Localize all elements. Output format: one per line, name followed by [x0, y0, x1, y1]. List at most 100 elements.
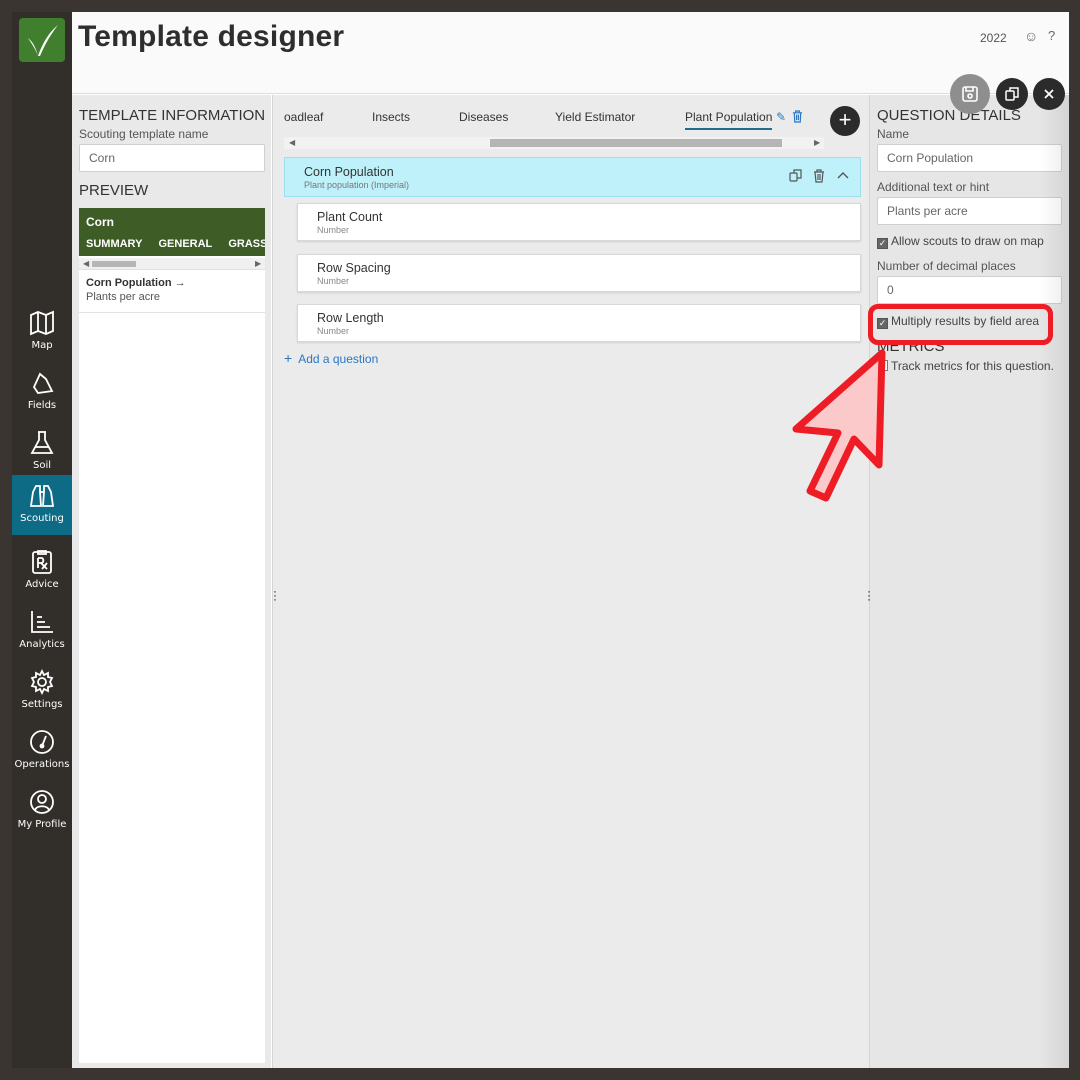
preview-question-title[interactable]: Corn Population → [86, 277, 186, 289]
scroll-right-icon[interactable]: ▶ [255, 258, 261, 270]
sub-question-row[interactable]: Plant Count Number [297, 203, 861, 241]
duplicate-button[interactable] [996, 78, 1028, 110]
nav-settings[interactable]: Settings [12, 661, 72, 721]
binoculars-icon [29, 485, 55, 507]
nav-fields[interactable]: Fields [12, 362, 72, 422]
app-window: Map Fields Soil Scouting Advice Analytic… [12, 12, 1069, 1068]
scroll-right-icon[interactable]: ▶ [814, 137, 820, 149]
section-tabs: oadleaf Insects Diseases Yield Estimator… [273, 95, 871, 135]
nav-advice[interactable]: Advice [12, 541, 72, 601]
question-name-input[interactable]: Corn Population [877, 144, 1062, 172]
tab-yield-estimator[interactable]: Yield Estimator [555, 110, 635, 124]
nav-soil[interactable]: Soil [12, 422, 72, 482]
sub-question-title: Row Length [317, 311, 384, 325]
sub-question-type: Number [317, 276, 350, 286]
draw-on-map-checkbox[interactable]: ✓ Allow scouts to draw on map [877, 234, 1044, 249]
tab-insects[interactable]: Insects [372, 110, 410, 124]
track-metrics-label: Track metrics for this question. [891, 359, 1054, 373]
nav-analytics[interactable]: Analytics [12, 601, 72, 661]
bar-chart-icon [31, 611, 53, 633]
nav-settings-label: Settings [21, 699, 63, 710]
nav-soil-label: Soil [32, 460, 52, 471]
preview-crop-name: Corn [86, 215, 114, 229]
add-question-label: Add a question [298, 352, 379, 366]
gear-icon [30, 668, 54, 696]
add-tab-button[interactable]: + [830, 106, 860, 136]
tab-plant-population[interactable]: Plant Population [685, 110, 773, 130]
user-icon [30, 790, 54, 814]
edit-tab-icon[interactable]: ✎ [776, 110, 786, 124]
annotation-highlight-box [868, 304, 1053, 345]
trash-icon[interactable] [811, 168, 827, 184]
template-info-heading: TEMPLATE INFORMATION [79, 107, 266, 124]
sub-question-type: Number [317, 225, 350, 235]
preview-scroll-thumb[interactable] [92, 261, 136, 267]
nav-map-label: Map [31, 340, 53, 351]
tabs-scrollbar[interactable]: ◀ ▶ [284, 137, 824, 149]
scroll-left-icon[interactable]: ◀ [289, 137, 295, 149]
page-title: Template designer [78, 20, 345, 53]
tab-diseases[interactable]: Diseases [459, 110, 508, 124]
nav-scouting[interactable]: Scouting [12, 475, 72, 535]
field-icon [32, 372, 54, 394]
year-selector[interactable]: 2022 [980, 31, 1007, 45]
decimals-label: Number of decimal places [877, 259, 1016, 273]
question-details-heading: QUESTION DETAILS [877, 107, 1021, 124]
sub-question-row[interactable]: Row Length Number [297, 304, 861, 342]
draw-on-map-label: Allow scouts to draw on map [891, 234, 1044, 248]
prescription-icon [32, 550, 52, 574]
preview-card: Corn SUMMARY GENERAL GRASS W ◀ ▶ Corn Po… [79, 208, 265, 1063]
plus-icon: + [284, 350, 293, 366]
preview-tab[interactable]: SUMMARY [86, 238, 142, 250]
copy-icon [1005, 87, 1019, 101]
question-group-header[interactable]: Corn Population Plant population (Imperi… [284, 157, 861, 197]
save-button[interactable] [950, 74, 990, 114]
question-editor-panel: oadleaf Insects Diseases Yield Estimator… [272, 95, 871, 1068]
plus-icon: + [838, 107, 852, 132]
save-icon [962, 86, 978, 102]
nav-advice-label: Advice [25, 579, 59, 590]
template-name-input[interactable]: Corn [79, 144, 265, 172]
tabs-scroll-thumb[interactable] [490, 139, 782, 147]
nav-analytics-label: Analytics [19, 639, 65, 650]
sub-question-row[interactable]: Row Spacing Number [297, 254, 861, 292]
preview-tab[interactable]: GRASS W [228, 238, 265, 250]
preview-header: Corn SUMMARY GENERAL GRASS W [79, 208, 265, 256]
scroll-left-icon[interactable]: ◀ [83, 258, 89, 270]
template-name-label: Scouting template name [79, 127, 209, 141]
add-question-link[interactable]: + Add a question [284, 350, 378, 366]
nav-operations[interactable]: Operations [12, 721, 72, 781]
close-icon [1044, 89, 1054, 99]
preview-scrollbar[interactable]: ◀ ▶ [79, 258, 265, 270]
question-group-title: Corn Population [304, 165, 394, 179]
map-icon [30, 310, 54, 336]
hint-label: Additional text or hint [877, 180, 990, 194]
chevron-up-icon[interactable] [835, 168, 851, 184]
delete-tab-icon[interactable] [792, 110, 803, 126]
side-nav: Map Fields Soil Scouting Advice Analytic… [12, 12, 72, 1068]
checkbox-checked-icon: ✓ [877, 238, 888, 249]
nav-fields-label: Fields [27, 400, 57, 411]
smiley-icon[interactable]: ☺ [1024, 28, 1038, 44]
flask-icon [30, 431, 54, 454]
hint-input[interactable]: Plants per acre [877, 197, 1062, 225]
preview-tab[interactable]: GENERAL [159, 238, 213, 250]
decimals-input[interactable]: 0 [877, 276, 1062, 304]
close-button[interactable] [1033, 78, 1065, 110]
question-name-label: Name [877, 127, 910, 141]
resize-handle-left[interactable]: · · · [273, 585, 277, 605]
help-icon[interactable]: ? [1048, 28, 1055, 43]
question-details-panel: QUESTION DETAILS Name Corn Population Ad… [870, 95, 1069, 1068]
logo-icon[interactable] [19, 18, 65, 62]
copy-icon[interactable] [788, 168, 804, 184]
nav-map[interactable]: Map [12, 302, 72, 362]
preview-heading: PREVIEW [79, 182, 149, 199]
tab-broadleaf[interactable]: oadleaf [284, 110, 323, 124]
divider [79, 312, 265, 313]
preview-question-hint: Plants per acre [86, 291, 160, 303]
nav-my-profile-label: My Profile [17, 819, 67, 830]
preview-question-label: Corn Population [86, 277, 172, 289]
track-metrics-checkbox[interactable]: Track metrics for this question. [877, 359, 1054, 373]
nav-my-profile[interactable]: My Profile [12, 781, 72, 841]
template-info-panel: TEMPLATE INFORMATION Scouting template n… [72, 95, 271, 1068]
